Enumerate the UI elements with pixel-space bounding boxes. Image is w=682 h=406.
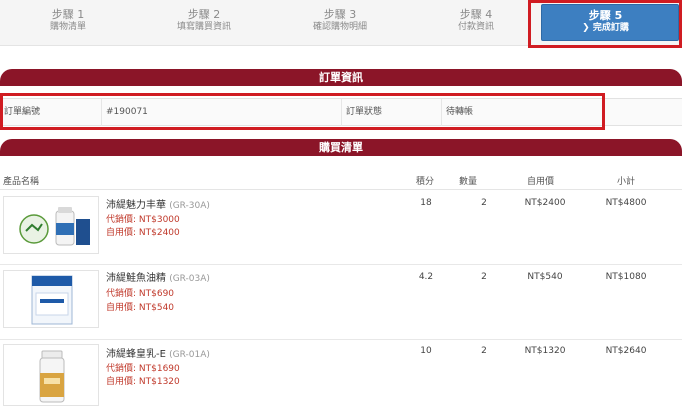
row-subtotal: NT$4800	[605, 198, 647, 208]
step-1-label: 購物清單	[49, 22, 86, 32]
product-jar-icon	[39, 350, 65, 403]
col-subtotal: 小計	[617, 177, 636, 187]
row-self-price: NT$2400	[524, 198, 566, 208]
row-quantity: 2	[481, 346, 487, 356]
product-name[interactable]: 沛緹蜂皇乳-E (GR-01A)	[106, 345, 210, 360]
table-row: 沛緹魅力丰華 (GR-30A) 代銷價: NT$3000 自用價: NT$240…	[0, 190, 682, 265]
row-points: 18	[420, 198, 432, 208]
product-code: (GR-01A)	[169, 350, 210, 360]
product-table-header: 產品名稱 積分 數量 自用價 小計	[0, 168, 682, 190]
product-code: (GR-03A)	[169, 274, 210, 284]
agent-price: 代銷價: NT$1690	[106, 364, 180, 374]
step-3-number: 步驟 3	[323, 8, 357, 21]
product-name-text: 沛緹蜂皇乳-E	[106, 349, 166, 360]
col-quantity: 數量	[459, 177, 478, 187]
self-use-price: 自用價: NT$2400	[106, 228, 180, 238]
product-image[interactable]	[3, 270, 99, 328]
product-image[interactable]	[3, 344, 99, 406]
row-quantity: 2	[481, 198, 487, 208]
row-subtotal: NT$1080	[605, 272, 647, 282]
product-name-text: 沛緹鮭魚油精	[106, 273, 166, 284]
row-subtotal: NT$2640	[605, 346, 647, 356]
product-name[interactable]: 沛緹鮭魚油精 (GR-03A)	[106, 269, 210, 284]
order-info-header: 訂單資訊	[0, 69, 682, 86]
step-3[interactable]: 步驟 3 確認購物明細	[272, 0, 408, 46]
table-row: 沛緹蜂皇乳-E (GR-01A) 代銷價: NT$1690 自用價: NT$13…	[0, 340, 682, 406]
step-2-label: 填寫購買資訊	[176, 22, 231, 32]
step-4[interactable]: 步驟 4 付款資訊	[408, 0, 544, 46]
step-5-red-outline	[528, 0, 682, 48]
row-self-price: NT$540	[527, 272, 563, 282]
step-2-number: 步驟 2	[187, 8, 221, 21]
product-image[interactable]	[3, 196, 99, 254]
col-self-price: 自用價	[527, 177, 555, 187]
product-bottle-icon	[19, 207, 90, 246]
agent-price: 代銷價: NT$3000	[106, 215, 180, 225]
table-row: 沛緹鮭魚油精 (GR-03A) 代銷價: NT$690 自用價: NT$540 …	[0, 265, 682, 340]
row-points: 10	[420, 346, 432, 356]
step-3-label: 確認購物明細	[312, 22, 367, 32]
col-points: 積分	[416, 177, 435, 187]
self-use-price: 自用價: NT$540	[106, 303, 175, 313]
step-4-label: 付款資訊	[457, 22, 494, 32]
step-2[interactable]: 步驟 2 填寫購買資訊	[136, 0, 272, 46]
product-name-text: 沛緹魅力丰華	[106, 200, 166, 211]
step-4-number: 步驟 4	[459, 8, 493, 21]
agent-price: 代銷價: NT$690	[106, 289, 175, 299]
step-1-number: 步驟 1	[51, 8, 85, 21]
row-self-price: NT$1320	[524, 346, 566, 356]
product-code: (GR-30A)	[169, 201, 210, 211]
product-name[interactable]: 沛緹魅力丰華 (GR-30A)	[106, 196, 210, 211]
purchase-list-header: 購買清單	[0, 139, 682, 156]
row-points: 4.2	[418, 272, 434, 282]
row-quantity: 2	[481, 272, 487, 282]
step-1[interactable]: 步驟 1 購物清單	[0, 0, 136, 46]
order-info-red-outline	[0, 93, 605, 130]
self-use-price: 自用價: NT$1320	[106, 377, 180, 387]
product-box-icon	[31, 275, 73, 325]
col-product-name: 產品名稱	[3, 177, 40, 187]
